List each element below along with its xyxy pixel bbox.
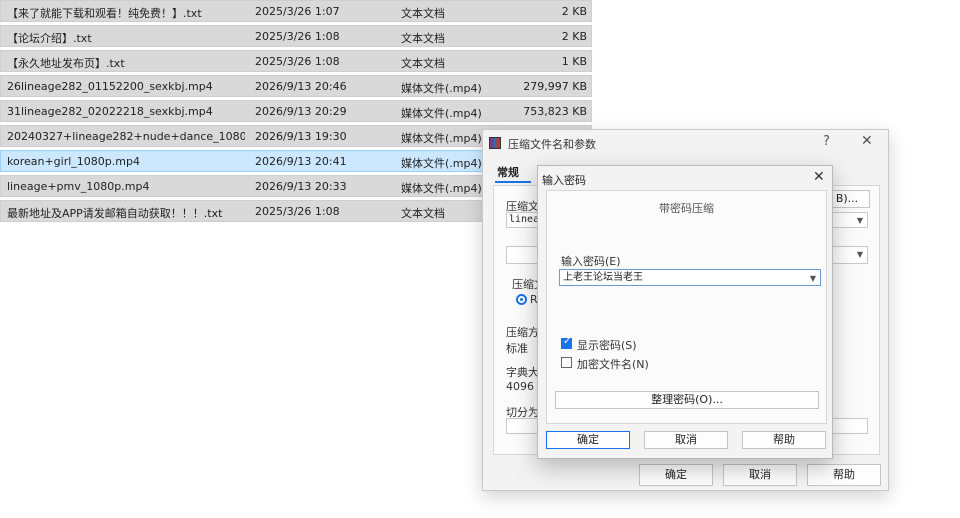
chevron-down-icon: ▼ <box>856 216 863 225</box>
file-name: 【永久地址发布页】.txt <box>7 57 125 70</box>
file-date: 2026/9/13 20:46 <box>255 80 347 93</box>
file-name: 26lineage282_01152200_sexkbj.mp4 <box>7 80 213 93</box>
file-date: 2025/3/26 1:08 <box>255 205 340 218</box>
dialog-titlebar: 压缩文件名和参数 ? ✕ <box>483 130 888 156</box>
ok-button[interactable]: 确定 <box>639 464 713 486</box>
file-name: lineage+pmv_1080p.mp4 <box>7 180 150 193</box>
organize-passwords-button[interactable]: 整理密码(O)... <box>555 391 819 409</box>
close-icon[interactable]: ✕ <box>861 133 873 149</box>
password-group-title: 带密码压缩 <box>659 202 714 215</box>
file-name: 【来了就能下载和观看！纯免费！】.txt <box>7 7 202 20</box>
enter-password-label: 输入密码(E) <box>561 255 621 268</box>
format-rar-radio[interactable] <box>516 294 527 305</box>
file-row[interactable]: 【来了就能下载和观看！纯免费！】.txt 2025/3/26 1:07 文本文档… <box>0 0 592 22</box>
file-row[interactable]: 26lineage282_01152200_sexkbj.mp4 2026/9/… <box>0 75 592 97</box>
cancel-button[interactable]: 取消 <box>644 431 728 449</box>
file-row[interactable]: 31lineage282_02022218_sexkbj.mp4 2026/9/… <box>0 100 592 122</box>
file-name: korean+girl_1080p.mp4 <box>7 155 140 168</box>
file-date: 2025/3/26 1:08 <box>255 30 340 43</box>
tab-active-indicator <box>495 181 531 183</box>
help-icon[interactable]: ? <box>823 134 830 149</box>
password-dialog-title: 输入密码 <box>542 174 586 187</box>
file-row[interactable]: 【永久地址发布页】.txt 2025/3/26 1:08 文本文档 1 KB <box>0 50 592 72</box>
dialog-title: 压缩文件名和参数 <box>508 138 596 151</box>
help-button[interactable]: 帮助 <box>742 431 826 449</box>
file-row[interactable]: 【论坛介绍】.txt 2025/3/26 1:08 文本文档 2 KB <box>0 25 592 47</box>
encrypt-file-names-label: 加密文件名(N) <box>577 358 649 371</box>
file-date: 2025/3/26 1:08 <box>255 55 340 68</box>
file-name: 20240327+lineage282+nude+dance_1080p... <box>7 130 245 143</box>
file-date: 2026/9/13 20:33 <box>255 180 347 193</box>
show-password-label: 显示密码(S) <box>577 339 637 352</box>
encrypt-file-names-checkbox[interactable] <box>561 357 572 368</box>
file-name: 【论坛介绍】.txt <box>7 32 92 45</box>
file-size: 279,997 KB <box>523 80 587 93</box>
file-size: 2 KB <box>561 5 587 18</box>
ok-button[interactable]: 确定 <box>546 431 630 449</box>
file-date: 2026/9/13 20:29 <box>255 105 347 118</box>
file-date: 2026/9/13 20:41 <box>255 155 347 168</box>
password-input[interactable]: 上老王论坛当老王 ▼ <box>559 269 821 286</box>
winrar-app-icon <box>489 137 501 149</box>
tab-general[interactable]: 常规 <box>497 164 519 180</box>
chevron-down-icon: ▼ <box>856 250 863 259</box>
file-name: 最新地址及APP请发邮箱自动获取！！！.txt <box>7 207 223 220</box>
show-password-checkbox[interactable] <box>561 336 572 349</box>
file-date: 2026/9/13 19:30 <box>255 130 347 143</box>
password-group: 带密码压缩 输入密码(E) 上老王论坛当老王 ▼ 显示密码(S) 加密文件名(N… <box>546 190 827 424</box>
close-icon[interactable]: ✕ <box>813 169 825 185</box>
file-name: 31lineage282_02022218_sexkbj.mp4 <box>7 105 213 118</box>
enter-password-dialog: 输入密码 ✕ 带密码压缩 输入密码(E) 上老王论坛当老王 ▼ 显示密码(S) … <box>537 165 833 459</box>
help-button[interactable]: 帮助 <box>807 464 881 486</box>
chevron-down-icon[interactable]: ▼ <box>810 271 816 285</box>
file-size: 753,823 KB <box>523 105 587 118</box>
password-value: 上老王论坛当老王 <box>563 272 643 283</box>
file-date: 2025/3/26 1:07 <box>255 5 340 18</box>
file-size: 2 KB <box>561 30 587 43</box>
file-size: 1 KB <box>561 55 587 68</box>
cancel-button[interactable]: 取消 <box>723 464 797 486</box>
